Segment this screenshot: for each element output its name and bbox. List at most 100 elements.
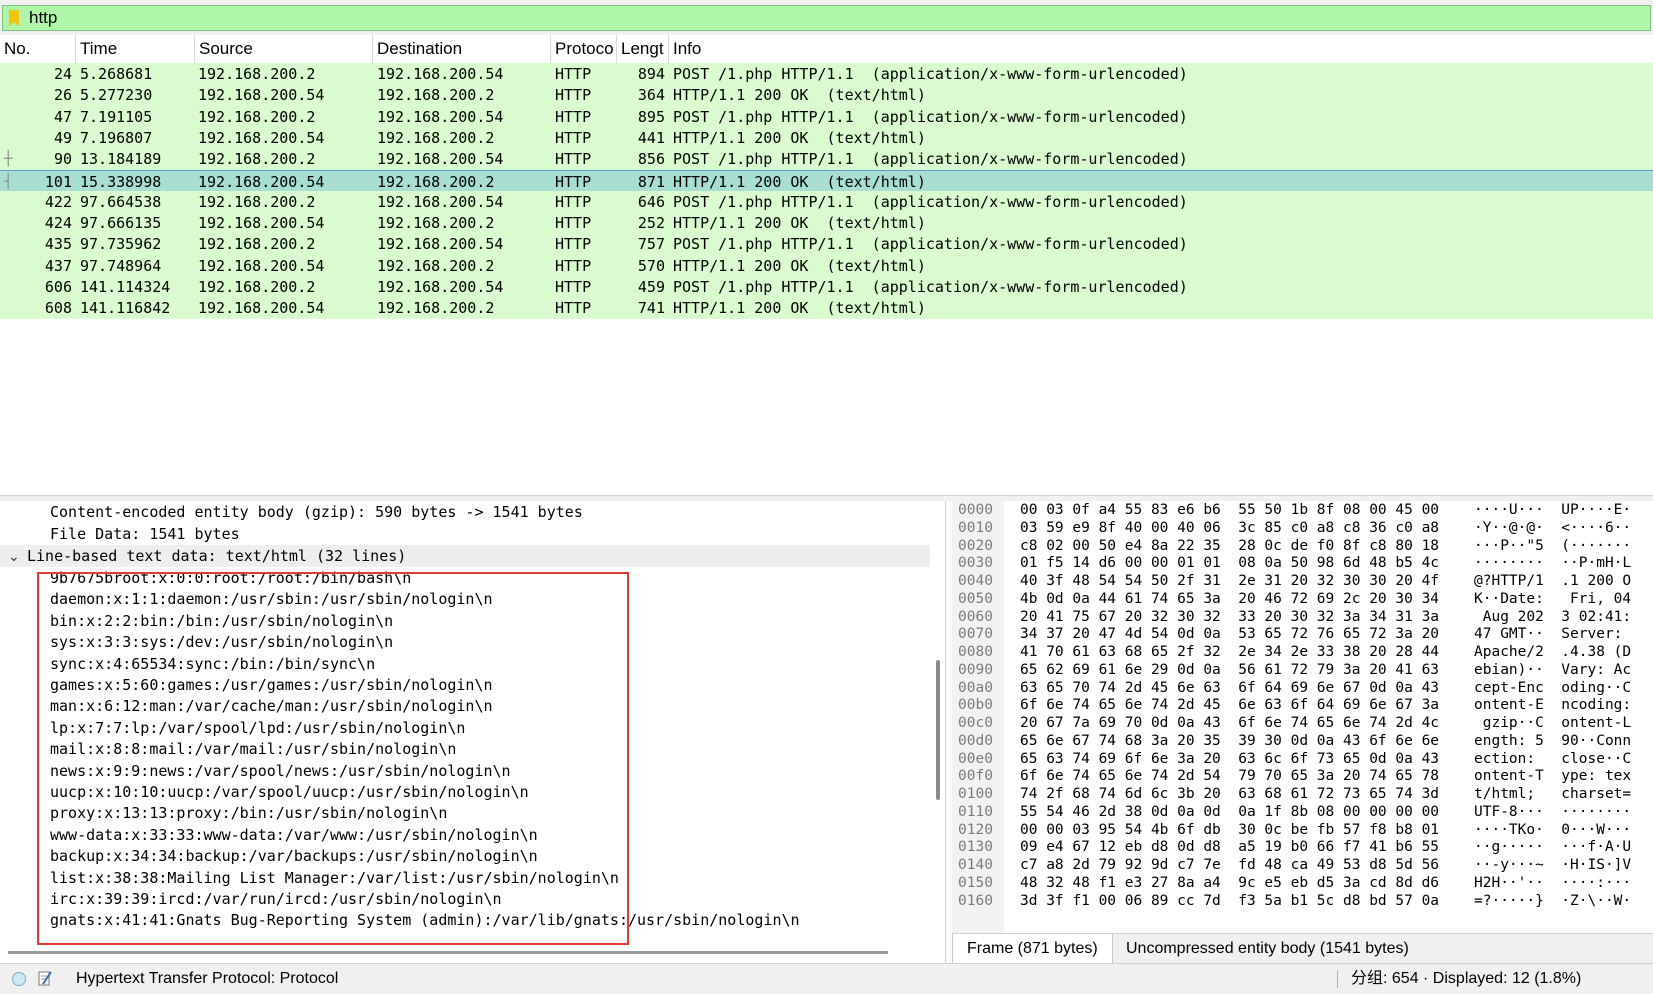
- tab-frame-bytes[interactable]: Frame (871 bytes): [952, 934, 1113, 964]
- expert-info-indicator-icon[interactable]: [12, 972, 26, 986]
- cell-info: HTTP/1.1 200 OK (text/html): [673, 128, 926, 147]
- column-header-source[interactable]: Source: [195, 35, 373, 63]
- bytes-ascii: ··g····· ···f·A·U: [1474, 839, 1632, 856]
- details-vertical-scrollbar-thumb[interactable]: [936, 660, 940, 800]
- bytes-offset: 0100: [958, 786, 993, 802]
- table-row[interactable]: 608 141.116842 192.168.200.54 192.168.200.2…: [0, 297, 1653, 320]
- bytes-offset: 0130: [958, 839, 993, 856]
- bytes-hex: 74 2f 68 74 6d 6c 3b 20 63 68 61 72 73 6…: [1020, 786, 1440, 802]
- cell-info: POST /1.php HTTP/1.1 (application/x-www-…: [673, 150, 1188, 169]
- table-row-selected[interactable]: ┤ 101 15.338998 192.168.200.54 192.168.200.2…: [0, 169, 1653, 192]
- cell-protocol: HTTP: [555, 299, 592, 318]
- bytes-hex: 63 65 70 74 2d 45 6e 63 6f 64 69 6e 67 0…: [1020, 679, 1440, 696]
- bytes-hex: 01 f5 14 d6 00 00 01 01 08 0a 50 98 6d 4…: [1020, 555, 1440, 572]
- bytes-offset: 00c0: [958, 715, 993, 731]
- bytes-hex: 6f 6e 74 65 6e 74 2d 54 79 70 65 3a 20 7…: [1020, 768, 1440, 785]
- display-filter-text[interactable]: http: [29, 8, 57, 28]
- cell-info: POST /1.php HTTP/1.1 (application/x-www-…: [673, 65, 1188, 83]
- status-separator: [1337, 970, 1338, 988]
- table-row[interactable]: 437 97.748964 192.168.200.54 192.168.200.2 H…: [0, 254, 1653, 277]
- cell-time: 141.116842: [80, 299, 171, 318]
- display-filter-input[interactable]: http: [2, 5, 1651, 31]
- cell-source: 192.168.200.2: [198, 235, 316, 254]
- bytes-ascii: ection: close··C: [1474, 750, 1632, 767]
- column-header-length[interactable]: Lengt: [617, 35, 669, 63]
- cell-no: 47: [53, 107, 72, 126]
- bytes-offset: 0050: [958, 590, 993, 607]
- cell-destination: 192.168.200.2: [377, 256, 495, 275]
- bytes-ascii: cept-Enc oding··C: [1474, 679, 1632, 696]
- table-row[interactable]: 26 5.277230 192.168.200.54 192.168.200.2 HTT…: [0, 84, 1653, 107]
- tree-item-file-data[interactable]: File Data: 1541 bytes: [50, 523, 240, 545]
- cell-length: 570: [637, 256, 665, 275]
- bytes-offset: 00e0: [958, 750, 993, 767]
- cell-time: 5.268681: [80, 65, 153, 83]
- cell-destination: 192.168.200.54: [377, 107, 504, 126]
- cell-time: 97.735962: [80, 235, 162, 254]
- cell-protocol: HTTP: [555, 107, 592, 126]
- tree-item-content-encoded[interactable]: Content-encoded entity body (gzip): 590 …: [50, 501, 583, 523]
- bytes-offset: 0080: [958, 644, 993, 660]
- table-row[interactable]: 47 7.191105 192.168.200.2 192.168.200.54 HTT…: [0, 105, 1653, 128]
- cell-source: 192.168.200.54: [198, 172, 325, 191]
- bytes-ascii: ····U··· UP····E·: [1474, 502, 1632, 518]
- tab-uncompressed-entity-body[interactable]: Uncompressed entity body (1541 bytes): [1112, 934, 1423, 964]
- packet-list[interactable]: No. Time Source Destination Protoco Leng…: [0, 35, 1653, 495]
- cell-protocol: HTTP: [555, 86, 592, 105]
- cell-source: 192.168.200.2: [198, 192, 316, 211]
- cell-protocol: HTTP: [555, 235, 592, 254]
- cell-source: 192.168.200.54: [198, 214, 325, 233]
- table-row[interactable]: 422 97.664538 192.168.200.2 192.168.200.54 H…: [0, 190, 1653, 213]
- cell-protocol: HTTP: [555, 256, 592, 275]
- column-header-destination[interactable]: Destination: [373, 35, 551, 63]
- bytes-ascii: @?HTTP/1 .1 200 O: [1474, 573, 1632, 589]
- table-row[interactable]: 424 97.666135 192.168.200.54 192.168.200.2 H…: [0, 212, 1653, 235]
- tree-item-line-based-text[interactable]: Line-based text data: text/html (32 line…: [27, 545, 406, 567]
- cell-no: 49: [53, 128, 72, 147]
- table-row[interactable]: 49 7.196807 192.168.200.54 192.168.200.2 HTT…: [0, 126, 1653, 149]
- cell-info: HTTP/1.1 200 OK (text/html): [673, 214, 926, 233]
- cell-destination: 192.168.200.2: [377, 214, 495, 233]
- bytes-hex: 65 6e 67 74 68 3a 20 35 39 30 0d 0a 43 6…: [1020, 732, 1440, 749]
- cell-length: 871: [637, 172, 665, 191]
- column-header-info[interactable]: Info: [669, 35, 1653, 63]
- cell-time: 97.748964: [80, 256, 162, 275]
- cell-time: 97.664538: [80, 192, 162, 211]
- bytes-ascii: UTF-8··· ········: [1474, 803, 1632, 820]
- cell-info: HTTP/1.1 200 OK (text/html): [673, 172, 926, 191]
- highlight-annotation-box: [37, 572, 629, 945]
- bytes-offset: 0020: [958, 537, 993, 554]
- bytes-ascii: ····TKo· 0···W···: [1474, 821, 1632, 838]
- bytes-hex: 6f 6e 74 65 6e 74 2d 45 6e 63 6f 64 69 6…: [1020, 697, 1440, 714]
- column-header-protocol[interactable]: Protoco: [551, 35, 617, 63]
- cell-length: 252: [637, 214, 665, 233]
- cell-length: 894: [637, 65, 665, 83]
- bytes-ascii: =?·····} ·Z·\··W·: [1474, 892, 1632, 909]
- bytes-hex: c7 a8 2d 79 92 9d c7 7e fd 48 ca 49 53 d…: [1020, 857, 1440, 873]
- column-header-no[interactable]: No.: [0, 35, 76, 63]
- capture-comment-icon[interactable]: [38, 970, 52, 986]
- details-horizontal-scrollbar-thumb[interactable]: [8, 951, 888, 954]
- cell-no: 608: [44, 299, 72, 318]
- bytes-ascii: K··Date: Fri, 04: [1474, 590, 1632, 607]
- cell-protocol: HTTP: [555, 278, 592, 296]
- bytes-hex: 65 62 69 61 6e 29 0d 0a 56 61 72 79 3a 2…: [1020, 661, 1440, 678]
- column-header-time[interactable]: Time: [76, 35, 195, 63]
- cell-protocol: HTTP: [555, 192, 592, 211]
- bookmark-icon[interactable]: [9, 10, 19, 27]
- bytes-ascii: ontent-E ncoding:: [1474, 697, 1632, 714]
- bytes-ascii: t/html; charset=: [1474, 786, 1632, 802]
- table-row[interactable]: 435 97.735962 192.168.200.2 192.168.200.54 H…: [0, 233, 1653, 256]
- bytes-offset: 0150: [958, 874, 993, 891]
- cell-length: 646: [637, 192, 665, 211]
- cell-no: 26: [53, 86, 72, 105]
- packet-bytes-pane[interactable]: 0000 00 03 0f a4 55 83 e6 b6 55 50 1b 8f …: [952, 501, 1653, 937]
- cell-destination: 192.168.200.2: [377, 128, 495, 147]
- cell-info: POST /1.php HTTP/1.1 (application/x-www-…: [673, 107, 1188, 126]
- bytes-offset: 0010: [958, 519, 993, 536]
- cell-source: 192.168.200.2: [198, 150, 316, 169]
- chevron-down-icon[interactable]: ⌄: [8, 545, 20, 567]
- table-row[interactable]: 606 141.114324 192.168.200.2 192.168.200.54…: [0, 276, 1653, 298]
- table-row[interactable]: 24 5.268681 192.168.200.2 192.168.200.54 HTT…: [0, 63, 1653, 85]
- table-row[interactable]: ┼ 90 13.184189 192.168.200.2 192.168.200.54 H…: [0, 148, 1653, 171]
